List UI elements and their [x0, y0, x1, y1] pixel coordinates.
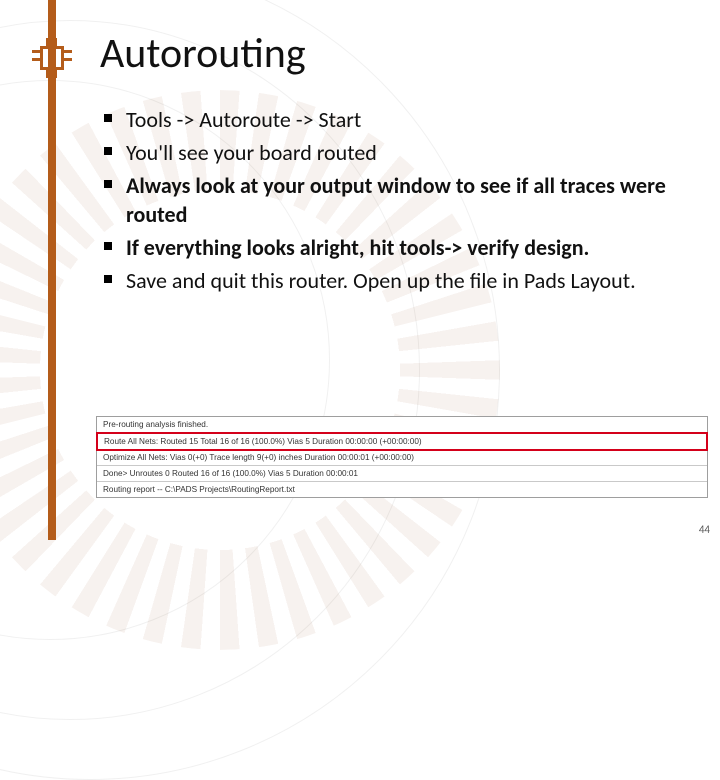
bullet-item: You'll see your board routed [100, 138, 680, 167]
output-line: Optimize All Nets: Vias 0(+0) Trace leng… [97, 450, 707, 466]
bullet-item: Tools -> Autoroute -> Start [100, 105, 680, 134]
output-line-highlighted: Route All Nets: Routed 15 Total 16 of 16… [96, 432, 708, 451]
page-number: 44 [699, 523, 710, 536]
output-window: Pre-routing analysis finished. Route All… [96, 416, 708, 498]
output-line: Done> Unroutes 0 Routed 16 of 16 (100.0%… [97, 466, 707, 482]
bullet-item: If everything looks alright, hit tools->… [100, 233, 680, 262]
bullet-item: Always look at your output window to see… [100, 171, 680, 229]
slide-content: Autorouting Tools -> Autoroute -> Start … [0, 0, 720, 295]
bullet-list: Tools -> Autoroute -> Start You'll see y… [100, 105, 680, 295]
slide-title: Autorouting [100, 28, 680, 79]
bullet-item: Save and quit this router. Open up the f… [100, 266, 680, 295]
output-line: Pre-routing analysis finished. [97, 417, 707, 433]
output-line: Routing report -- C:\PADS Projects\Routi… [97, 482, 707, 497]
